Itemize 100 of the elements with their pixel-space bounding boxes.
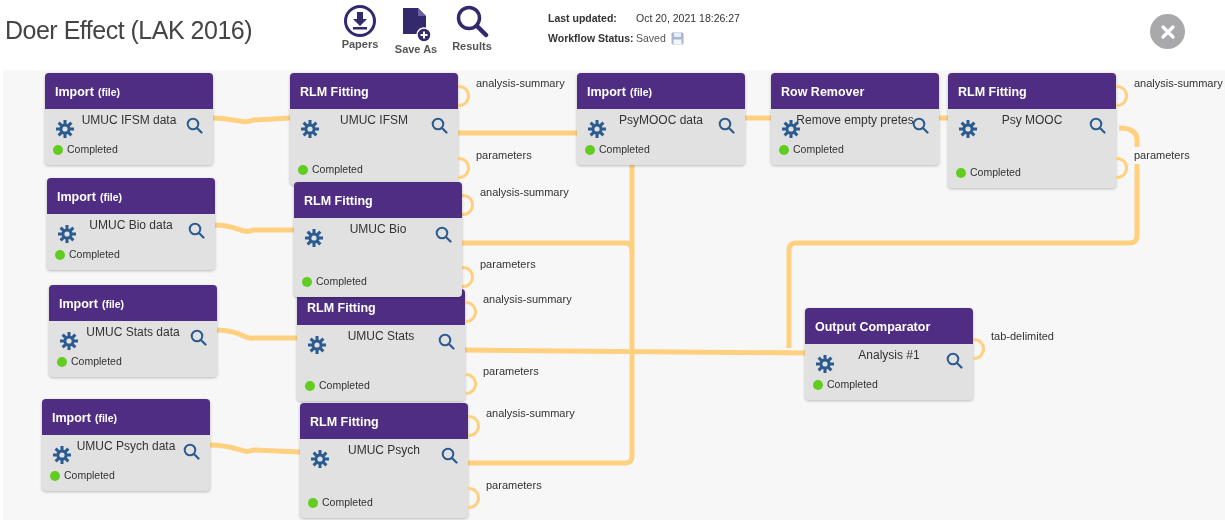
- status-dot: [57, 357, 67, 368]
- toolbar-button[interactable]: Save As: [390, 7, 442, 56]
- settings-icon: [300, 118, 320, 139]
- toolbar-button[interactable]: Results: [446, 4, 498, 53]
- port-handle[interactable]: [462, 194, 474, 216]
- settings-icon: [52, 444, 72, 465]
- workflow-node[interactable]: RLM Fitting Psy MOOC Completed: [948, 73, 1116, 188]
- search-icon: [188, 222, 205, 240]
- status-text: Completed: [64, 468, 115, 484]
- status-dot: [308, 498, 318, 509]
- status-dot: [305, 381, 315, 392]
- port-handle[interactable]: [1116, 85, 1128, 107]
- node-name: Remove empty pretes: [795, 112, 915, 129]
- node-header: Import (file): [42, 399, 210, 435]
- node-name: UMUC Psych: [347, 442, 421, 459]
- status-text: Completed: [970, 165, 1021, 181]
- status-dot: [53, 145, 63, 156]
- search-icon: [431, 117, 448, 135]
- node-header: RLM Fitting: [300, 403, 468, 439]
- connector-line: [939, 115, 948, 121]
- status-text: Completed: [67, 142, 118, 158]
- search-icon: [441, 447, 458, 465]
- status-text: Completed: [322, 495, 373, 511]
- node-name: Analysis #1: [857, 347, 921, 364]
- status-text: Completed: [793, 142, 844, 158]
- connector-line: [744, 115, 771, 121]
- search-icon: [455, 4, 489, 40]
- settings-icon: [815, 353, 835, 374]
- workflow-node[interactable]: RLM Fitting UMUC IFSM Completed: [290, 73, 458, 185]
- node-name: UMUC IFSM data: [80, 112, 178, 129]
- status-text: Completed: [319, 378, 370, 394]
- workflow-node[interactable]: Output Comparator Analysis #1 Completed: [805, 308, 973, 400]
- toolbar-button[interactable]: Papers: [334, 4, 386, 51]
- node-name: Psy MOOC: [1000, 112, 1064, 129]
- search-icon: [946, 352, 963, 370]
- status-text: Completed: [71, 354, 122, 370]
- port-handle[interactable]: [458, 157, 470, 179]
- node-name: UMUC Stats: [346, 328, 416, 345]
- status-dot: [779, 145, 789, 156]
- workflow-node[interactable]: Row Remover Remove empty pretes Completed: [771, 73, 939, 165]
- status-text: Completed: [599, 142, 650, 158]
- node-header: Import (file): [49, 285, 217, 321]
- workflow-node[interactable]: Import (file) UMUC Stats data Completed: [49, 285, 217, 377]
- workflow-title: Doer Effect (LAK 2016): [5, 15, 252, 46]
- workflow-node[interactable]: Import (file) PsyMOOC data Completed: [577, 73, 745, 165]
- workflow-node[interactable]: RLM Fitting UMUC Stats Completed: [297, 289, 465, 401]
- status-dot: [302, 277, 312, 288]
- status-text: Completed: [316, 274, 367, 290]
- node-header: Import (file): [577, 73, 745, 109]
- node-name: UMUC Bio: [348, 221, 408, 238]
- status-dot: [956, 168, 966, 179]
- settings-icon: [310, 448, 330, 469]
- settings-icon: [958, 118, 978, 139]
- node-name: UMUC Bio data: [88, 217, 174, 234]
- node-header: RLM Fitting: [290, 73, 458, 109]
- port-handle[interactable]: [462, 266, 474, 288]
- workflow-node[interactable]: RLM Fitting UMUC Bio Completed: [294, 182, 462, 297]
- download-icon: [343, 4, 377, 38]
- search-icon: [1089, 117, 1106, 135]
- search-icon: [183, 443, 200, 461]
- status-dot: [813, 380, 823, 391]
- settings-icon: [59, 330, 79, 351]
- workflow-node[interactable]: RLM Fitting UMUC Psych Completed: [300, 403, 468, 518]
- workflow-node[interactable]: Import (file) UMUC Psych data Completed: [42, 399, 210, 491]
- node-header: Output Comparator: [805, 308, 973, 344]
- node-header: RLM Fitting: [948, 73, 1116, 109]
- node-name: PsyMOOC data: [618, 112, 704, 129]
- workflow-node[interactable]: Import (file) UMUC IFSM data Completed: [45, 73, 213, 165]
- search-icon: [438, 333, 455, 351]
- search-icon: [186, 117, 203, 135]
- port-handle[interactable]: [458, 85, 470, 107]
- settings-icon: [587, 118, 607, 139]
- status-dot: [55, 250, 65, 261]
- node-header: Row Remover: [771, 73, 939, 109]
- settings-icon: [57, 223, 77, 244]
- port-handle[interactable]: [465, 301, 477, 323]
- field-label: Workflow Status:: [548, 31, 635, 46]
- status-dot: [298, 165, 308, 176]
- node-header: Import (file): [47, 178, 215, 214]
- port-handle[interactable]: [465, 373, 477, 395]
- status-text: Completed: [827, 377, 878, 393]
- status-text: Saved: [636, 31, 666, 46]
- node-name: UMUC Psych data: [75, 438, 177, 455]
- port-label: parameters: [1133, 147, 1191, 164]
- port-handle[interactable]: [468, 415, 480, 437]
- port-handle[interactable]: [468, 487, 480, 509]
- port-handle[interactable]: [973, 338, 985, 360]
- workflow-node[interactable]: Import (file) UMUC Bio data Completed: [47, 178, 215, 270]
- status-dot: [50, 471, 60, 482]
- status-text: Completed: [312, 162, 363, 178]
- port-handle[interactable]: [1116, 157, 1128, 179]
- settings-icon: [55, 118, 75, 139]
- node-header: Import (file): [45, 73, 213, 109]
- settings-icon: [304, 227, 324, 248]
- search-icon: [190, 329, 207, 347]
- status-text: Completed: [69, 247, 120, 263]
- search-icon: [718, 117, 735, 135]
- close-icon: [1159, 23, 1176, 40]
- search-icon: [912, 117, 929, 135]
- search-icon: [435, 226, 452, 244]
